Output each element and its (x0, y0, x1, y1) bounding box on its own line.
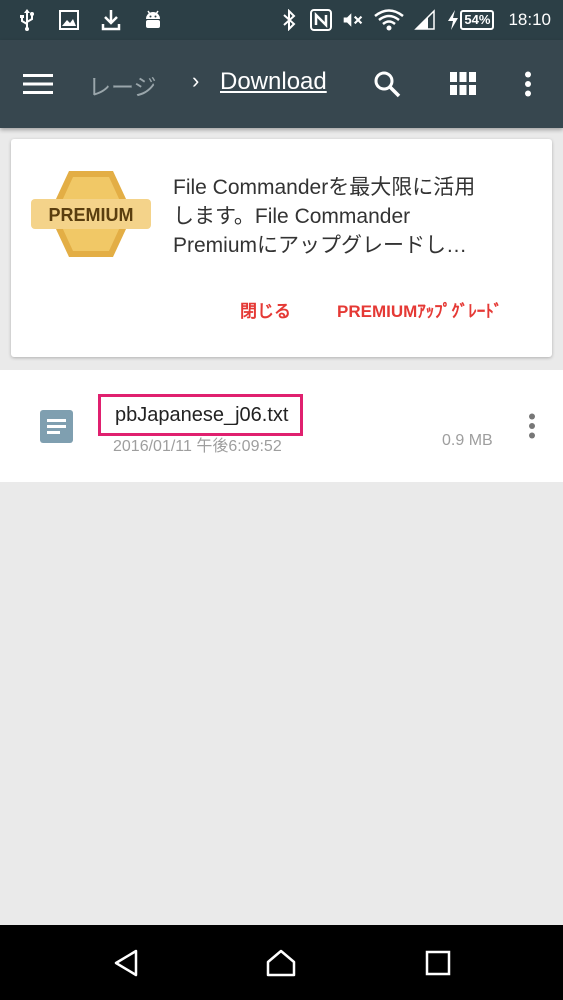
grid-view-icon (450, 72, 476, 95)
promo-message-line-3: Premiumにアップグレードし… (173, 234, 468, 257)
file-size: 0.9 MB (442, 432, 493, 449)
recents-button[interactable] (416, 941, 460, 985)
promo-message-line-1: File Commanderを最大限に活用 (173, 176, 476, 199)
bluetooth-icon (278, 9, 300, 31)
search-button[interactable] (365, 62, 409, 106)
breadcrumb-parent[interactable]: レージ (88, 68, 157, 102)
back-button[interactable] (104, 941, 148, 985)
premium-promo-card: PREMIUM File Commanderを最大限に活用 します。File C… (11, 139, 552, 357)
upgrade-premium-button[interactable]: PREMIUMｱｯﾌﾟｸﾞﾚｰﾄﾞ (337, 297, 502, 322)
more-icon (525, 71, 531, 97)
premium-badge: PREMIUM (29, 169, 153, 259)
signal-icon (414, 9, 436, 31)
file-more-button[interactable] (518, 410, 546, 442)
back-icon (114, 949, 138, 977)
system-nav-bar (0, 925, 563, 1000)
premium-badge-label: PREMIUM (49, 205, 134, 225)
home-icon (266, 949, 296, 977)
more-options-button[interactable] (506, 62, 550, 106)
download-icon (100, 9, 122, 31)
wifi-icon (374, 9, 405, 31)
mute-icon (342, 9, 364, 31)
recents-icon (425, 950, 451, 976)
more-icon (529, 413, 535, 439)
hamburger-icon (23, 74, 53, 94)
menu-button[interactable] (16, 62, 60, 106)
status-bar: 54% 18:10 (0, 0, 563, 40)
charging-icon (446, 9, 460, 31)
battery-percent: 54% (460, 10, 495, 30)
breadcrumb-current[interactable]: Download (220, 68, 327, 96)
nfc-icon (310, 9, 333, 31)
file-date: 2016/01/11 午後6:09:52 (113, 438, 282, 455)
home-button[interactable] (259, 941, 303, 985)
file-name[interactable]: pbJapanese_j06.txt (98, 394, 304, 436)
app-bar: レージ › Download (0, 40, 563, 128)
close-promo-button[interactable]: 閉じる (240, 297, 291, 322)
battery-indicator: 54% (446, 9, 495, 31)
android-icon (142, 9, 164, 31)
grid-view-button[interactable] (441, 62, 485, 106)
file-list: pbJapanese_j06.txt 2016/01/11 午後6:09:52 … (0, 370, 563, 482)
promo-message-line-2: します。File Commander (173, 205, 411, 228)
clock: 18:10 (508, 10, 551, 29)
text-file-icon (40, 410, 73, 443)
image-icon (58, 9, 80, 31)
breadcrumb-separator: › (192, 68, 200, 93)
usb-icon (16, 9, 38, 31)
promo-message: File Commanderを最大限に活用 します。File Commander… (173, 173, 533, 260)
search-icon (374, 71, 401, 98)
